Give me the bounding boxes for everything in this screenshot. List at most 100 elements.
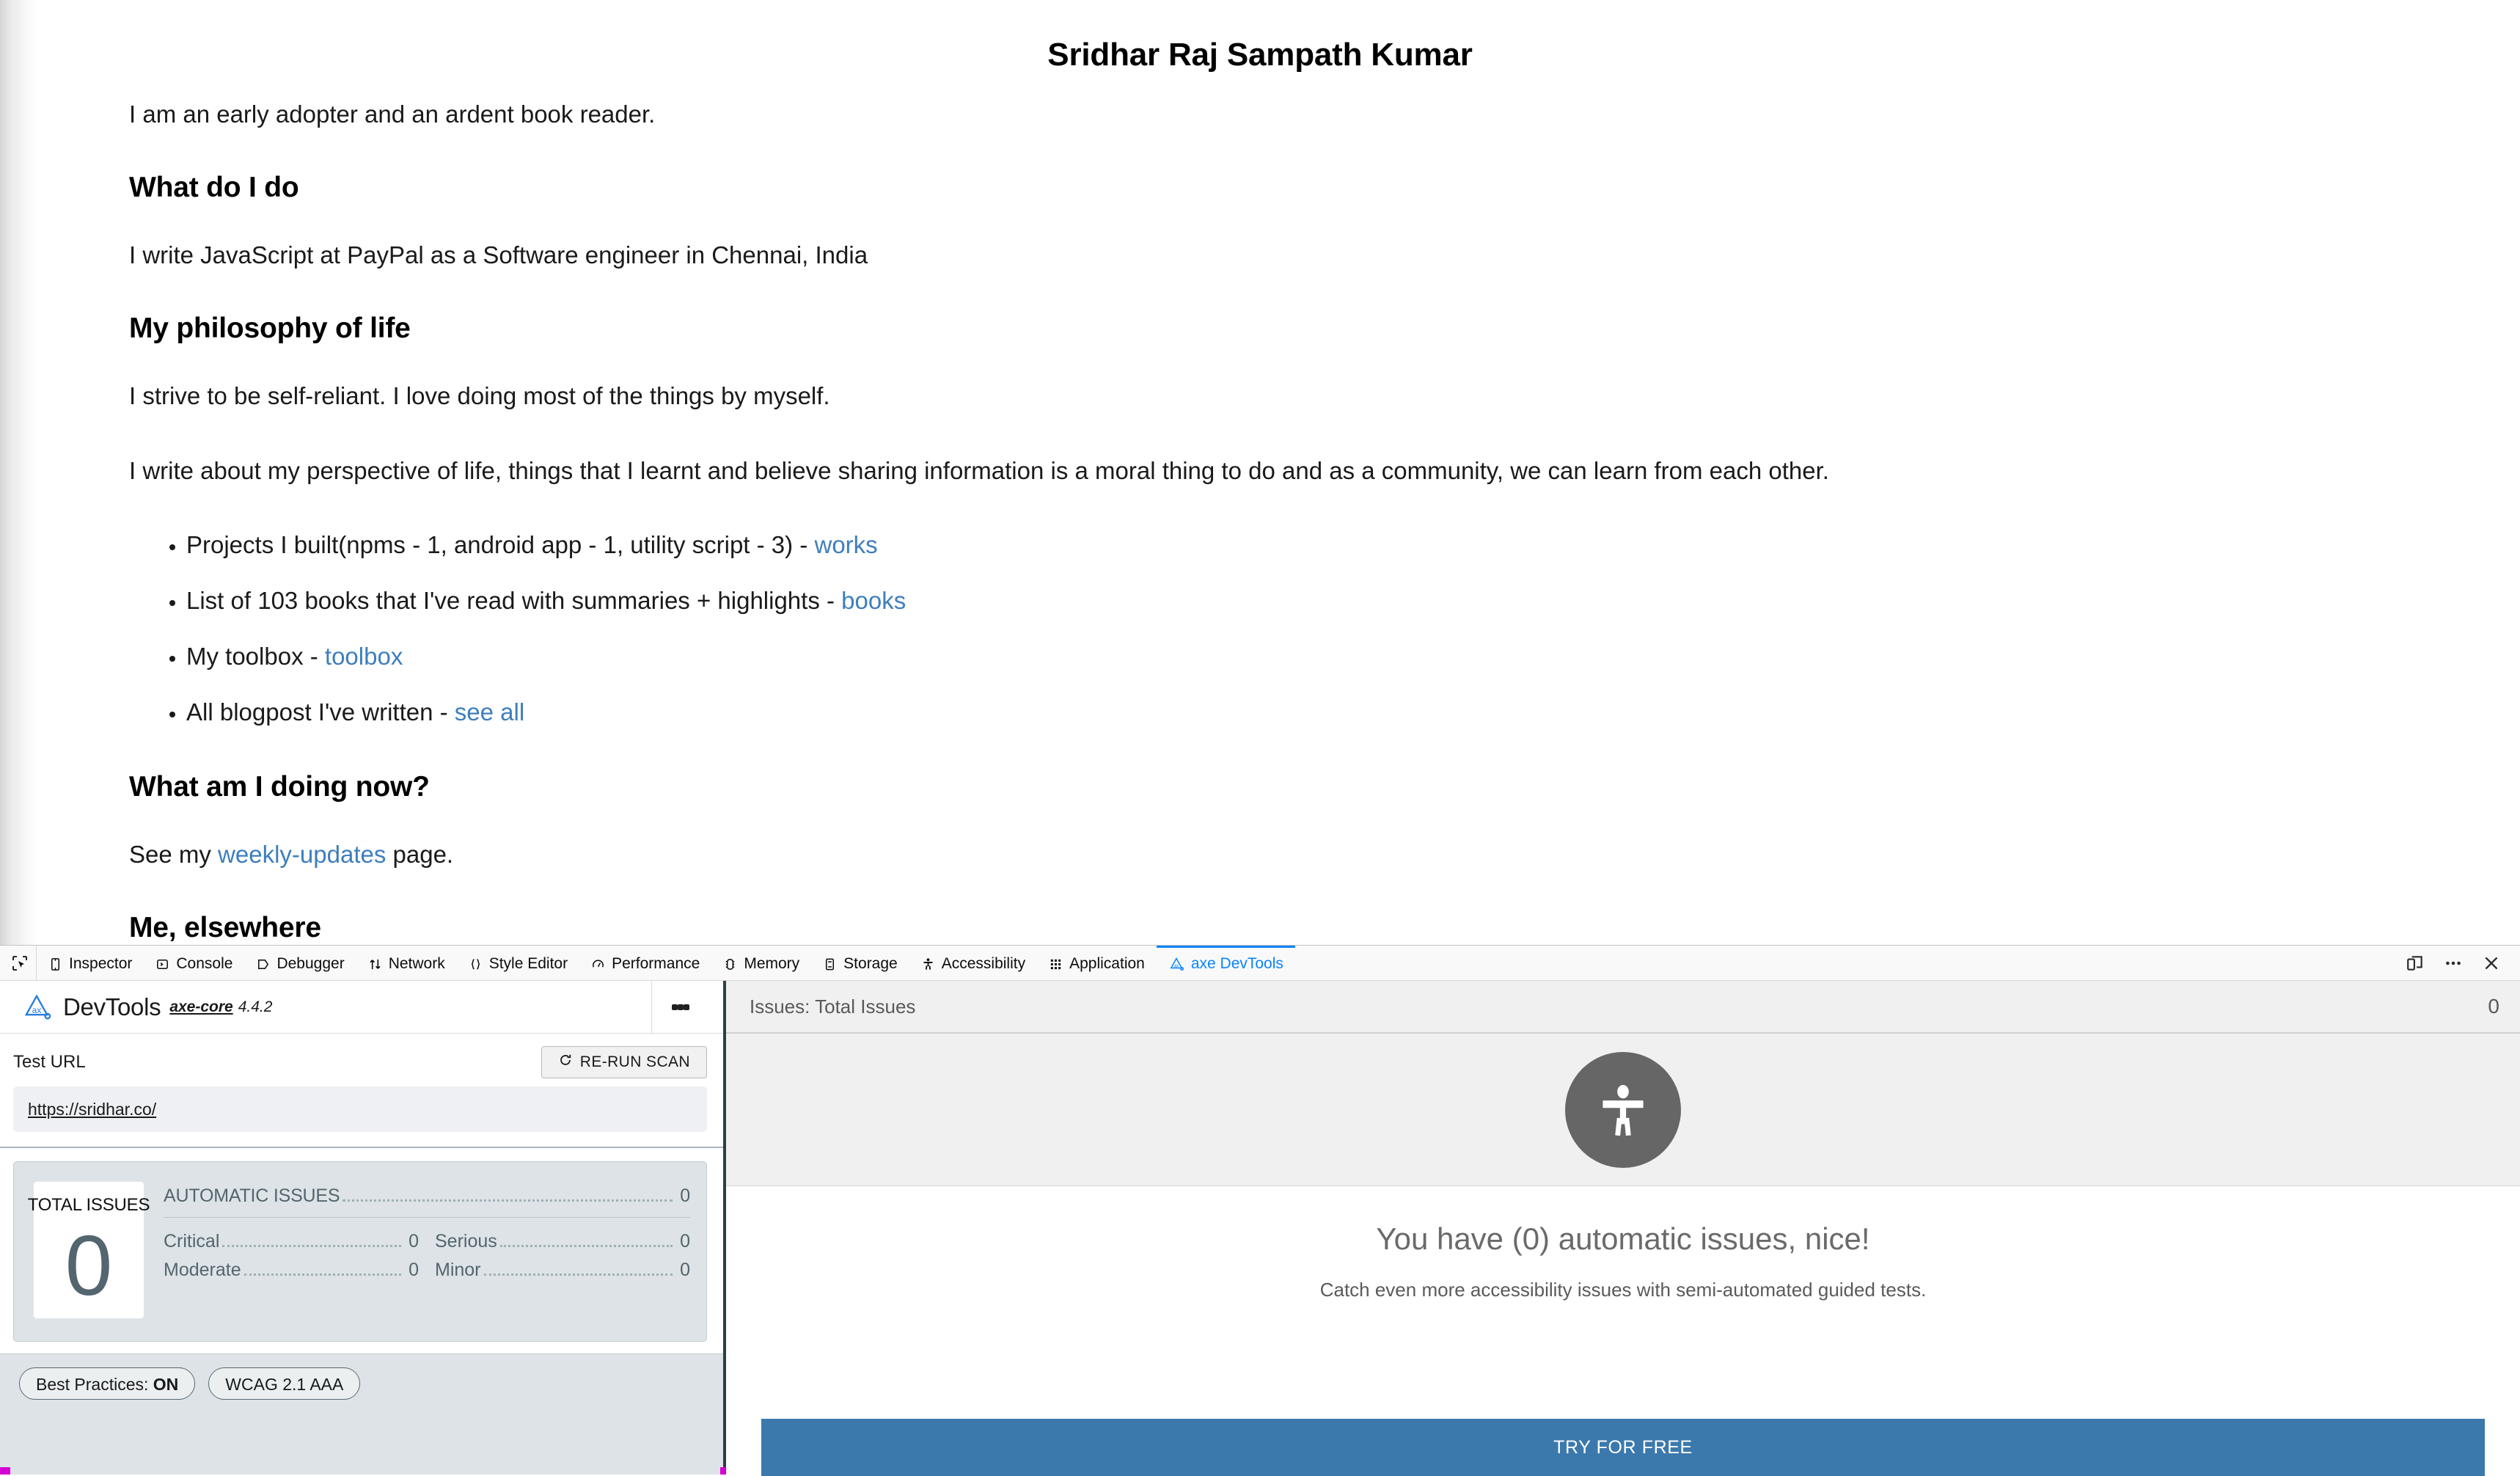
axe-brand-header: ax DevTools axe-core 4.4.2 xyxy=(0,980,723,1034)
intro-paragraph: I am an early adopter and an ardent book… xyxy=(129,101,656,128)
tab-inspector[interactable]: Inspector xyxy=(37,946,144,980)
tab-debugger[interactable]: Debugger xyxy=(244,946,356,980)
severity-value: 0 xyxy=(409,1260,419,1280)
severity-minor: Minor 0 xyxy=(435,1260,690,1281)
kebab-dot xyxy=(677,1004,684,1010)
empty-state-illustration xyxy=(726,1034,2520,1186)
tab-storage[interactable]: Storage xyxy=(811,946,909,980)
issues-header-count: 0 xyxy=(2488,995,2499,1018)
list-item-text: All blogpost I've written - xyxy=(186,698,455,726)
tab-label: Storage xyxy=(843,955,898,972)
link-toolbox[interactable]: toolbox xyxy=(325,643,403,670)
tab-label: Debugger xyxy=(276,955,345,972)
axe-summary-wrapper: TOTAL ISSUES 0 AUTOMATIC ISSUES 0 Critic… xyxy=(0,1148,723,1475)
axe-options-menu-icon[interactable] xyxy=(651,980,708,1034)
axe-filter-pills: Best Practices: ON WCAG 2.1 AAA xyxy=(0,1353,723,1475)
re-run-scan-label: RE-RUN SCAN xyxy=(579,1053,690,1070)
tab-label: Inspector xyxy=(69,955,133,972)
best-practices-toggle[interactable]: Best Practices: ON xyxy=(19,1367,196,1400)
tab-console[interactable]: Console xyxy=(144,946,244,980)
severity-value: 0 xyxy=(680,1260,690,1280)
severity-moderate: Moderate 0 xyxy=(164,1260,419,1281)
links-list: Projects I built(npms - 1, android app -… xyxy=(129,527,2432,729)
tab-label: Application xyxy=(1069,955,1145,972)
heading-me-elsewhere: Me, elsewhere xyxy=(129,911,321,943)
leader-dots xyxy=(499,1245,673,1247)
tab-label: Memory xyxy=(744,955,800,972)
list-item: List of 103 books that I've read with su… xyxy=(186,583,2432,618)
test-url-field[interactable]: https://sridhar.co/ xyxy=(13,1086,707,1132)
severity-label: Minor xyxy=(435,1260,481,1280)
axe-logo-icon: ax xyxy=(21,991,53,1023)
try-for-free-button[interactable]: TRY FOR FREE xyxy=(761,1419,2485,1476)
re-run-scan-button[interactable]: RE-RUN SCAN xyxy=(541,1046,707,1078)
heading-my-philosophy-of-life: My philosophy of life xyxy=(129,312,411,344)
automatic-issues-row: AUTOMATIC ISSUES 0 xyxy=(164,1185,690,1218)
paragraph-philosophy-2: I write about my perspective of life, th… xyxy=(129,456,1829,484)
severity-label: Serious xyxy=(435,1231,497,1252)
list-item-text: List of 103 books that I've read with su… xyxy=(186,587,842,615)
paragraph-weekly-updates: See my weekly-updates page. xyxy=(129,837,2432,872)
tab-network[interactable]: Network xyxy=(356,946,457,980)
application-icon xyxy=(1049,957,1063,971)
axe-right-panel: Issues: Total Issues 0 You have (0) auto… xyxy=(726,981,2520,1476)
paragraph-philosophy-1: I strive to be self-reliant. I love doin… xyxy=(129,381,830,409)
issues-header: Issues: Total Issues 0 xyxy=(726,981,2520,1034)
accessibility-icon xyxy=(921,957,935,971)
axe-core-label[interactable]: axe-core xyxy=(169,998,232,1016)
element-picker-button[interactable] xyxy=(3,946,37,980)
tab-application[interactable]: Application xyxy=(1037,946,1157,980)
empty-state-message: You have (0) automatic issues, nice! Cat… xyxy=(726,1186,2520,1476)
link-works[interactable]: works xyxy=(814,531,877,558)
leader-dots xyxy=(343,1199,673,1202)
tab-performance[interactable]: Performance xyxy=(579,946,711,980)
browser-page-viewport: Sridhar Raj Sampath Kumar I am an early … xyxy=(0,0,2520,945)
link-books[interactable]: books xyxy=(841,587,906,614)
devtools-tab-list: Inspector Console Debugger Network Style… xyxy=(37,946,1295,980)
responsive-design-mode-icon[interactable] xyxy=(2406,954,2425,973)
page-title: Sridhar Raj Sampath Kumar xyxy=(1047,37,1473,73)
severity-label: Critical xyxy=(164,1231,220,1252)
severity-breakdown: AUTOMATIC ISSUES 0 Critical 0 Serious 0 … xyxy=(164,1181,690,1319)
tab-accessibility[interactable]: Accessibility xyxy=(909,946,1037,980)
axe-core-version: 4.4.2 xyxy=(238,998,273,1015)
test-url-value[interactable]: https://sridhar.co/ xyxy=(28,1100,156,1119)
refresh-icon xyxy=(558,1053,573,1072)
tab-label: Network xyxy=(388,955,445,972)
link-weekly-updates[interactable]: weekly-updates xyxy=(218,841,386,868)
total-issues-box: TOTAL ISSUES 0 xyxy=(28,1181,150,1319)
tab-axe-devtools[interactable]: ax axe DevTools xyxy=(1156,946,1295,980)
paragraph-what-do-i-do: I write JavaScript at PayPal as a Softwa… xyxy=(129,241,868,268)
tab-style-editor[interactable]: Style Editor xyxy=(457,946,579,980)
automatic-issues-label: AUTOMATIC ISSUES xyxy=(164,1185,340,1206)
leader-dots xyxy=(222,1245,402,1247)
devtools-toolbar: Inspector Console Debugger Network Style… xyxy=(0,946,2520,981)
severity-grid: Critical 0 Serious 0 Moderate 0 Minor 0 xyxy=(164,1218,690,1281)
list-item: All blogpost I've written - see all xyxy=(186,695,2432,730)
kebab-dot xyxy=(671,1004,678,1010)
accessibility-icon xyxy=(1565,1051,1681,1168)
test-url-row: Test URL RE-RUN SCAN xyxy=(13,1045,707,1079)
network-icon xyxy=(368,957,382,971)
link-see-all[interactable]: see all xyxy=(455,698,524,726)
memory-icon xyxy=(723,957,737,971)
leader-dots xyxy=(243,1274,402,1276)
list-item: My toolbox - toolbox xyxy=(186,639,2432,674)
tab-label: Console xyxy=(176,955,233,972)
heading-what-am-i-doing-now: What am I doing now? xyxy=(129,770,430,803)
wcag-level-label: WCAG 2.1 AAA xyxy=(225,1374,344,1394)
leader-dots xyxy=(483,1274,673,1276)
tab-memory[interactable]: Memory xyxy=(711,946,811,980)
see-my-prefix: See my xyxy=(129,840,219,868)
page-left-shadow xyxy=(0,0,38,945)
list-item: Projects I built(npms - 1, android app -… xyxy=(186,527,2432,563)
best-practices-prefix: Best Practices: xyxy=(36,1374,153,1394)
wcag-level-selector[interactable]: WCAG 2.1 AAA xyxy=(208,1367,361,1400)
more-options-icon[interactable] xyxy=(2444,954,2463,973)
style-editor-icon xyxy=(469,957,483,971)
axe-devtools-body: ax DevTools axe-core 4.4.2 Test URL RE-R… xyxy=(0,980,2520,1476)
axe-logo-icon: ax xyxy=(1168,956,1184,972)
close-icon[interactable] xyxy=(2482,954,2501,973)
total-issues-label: TOTAL ISSUES xyxy=(27,1195,150,1215)
svg-text:ax: ax xyxy=(32,1004,42,1015)
